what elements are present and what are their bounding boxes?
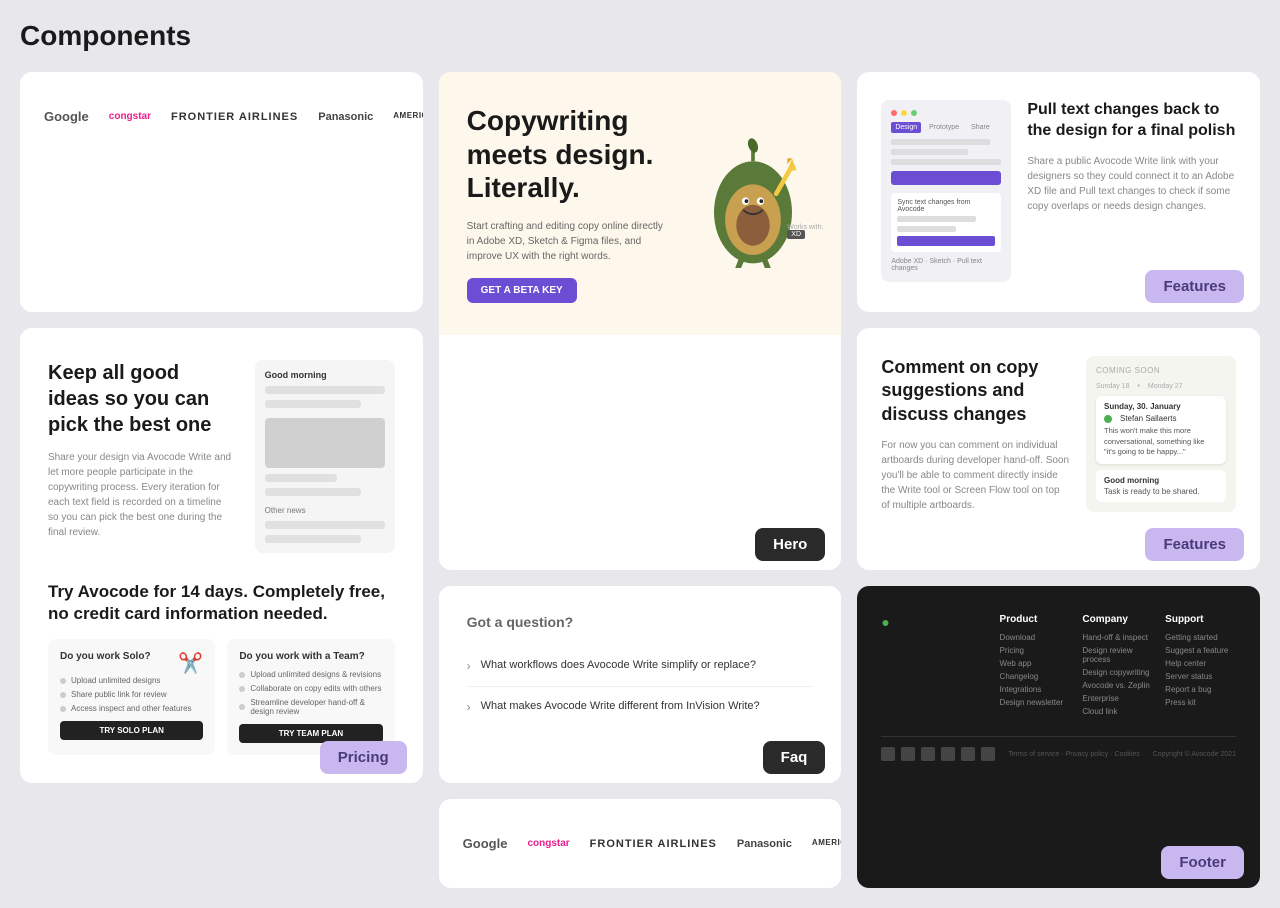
faq-question-1: What workflows does Avocode Write simpli… — [481, 658, 756, 673]
footer-col-product: Product Download Pricing Web app Changel… — [1000, 614, 1071, 720]
footer-link-helpcenter[interactable]: Help center — [1165, 659, 1236, 668]
hero-body: Start crafting and editing copy online d… — [467, 219, 674, 264]
footer-link-bug[interactable]: Report a bug — [1165, 685, 1236, 694]
features-tr-mockup: Design Prototype Share Sync text changes… — [881, 100, 1011, 282]
footer-legal: Terms of service · Privacy policy · Cook… — [1008, 751, 1139, 758]
features-tr-body: Share a public Avocode Write link with y… — [1027, 154, 1236, 214]
footer-col-company: Company Hand-off & inspect Design review… — [1082, 614, 1153, 720]
frontier-logo-bottom: FRONTIER AIRLINES — [590, 838, 717, 850]
american-eagle-logo-bottom: AMERICAN EAGLE — [812, 839, 841, 848]
features-tl-card: Keep all good ideas so you can pick the … — [20, 328, 423, 783]
solo-feature-2: Share public link for review — [60, 690, 203, 699]
hero-card: Copywriting meets design. Literally. Sta… — [439, 72, 842, 570]
panasonic-logo-bottom: Panasonic — [737, 838, 792, 850]
hero-badge[interactable]: Hero — [755, 528, 825, 561]
footer-copyright: Copyright © Avocode 2021 — [1153, 751, 1236, 758]
chat-date: Sunday, 30. January — [1104, 402, 1218, 411]
pricing-heading: Try Avocode for 14 days. Completely free… — [48, 581, 395, 625]
footer-link-enterprise[interactable]: Enterprise — [1082, 694, 1153, 703]
footer-link-copywriting[interactable]: Design copywriting — [1082, 668, 1153, 677]
footer-logo: ● — [881, 614, 987, 630]
github-icon[interactable] — [981, 747, 995, 761]
footer-link-server[interactable]: Server status — [1165, 672, 1236, 681]
footer-support-title: Support — [1165, 614, 1236, 625]
page-title: Components — [20, 20, 1260, 52]
footer-link-getting-started[interactable]: Getting started — [1165, 633, 1236, 642]
notification-bubble: Good morning Task is ready to be shared. — [1096, 470, 1226, 502]
footer-link-changelog[interactable]: Changelog — [1000, 672, 1071, 681]
facebook-icon[interactable] — [901, 747, 915, 761]
footer-link-press[interactable]: Press kit — [1165, 698, 1236, 707]
google-logo-bottom: Google — [463, 836, 508, 851]
features-tl-heading: Keep all good ideas so you can pick the … — [48, 360, 235, 438]
logos-top-card: Google congstar FRONTIER AIRLINES Panaso… — [20, 72, 423, 312]
footer-col-support: Support Getting started Suggest a featur… — [1165, 614, 1236, 720]
linkedin-icon[interactable] — [941, 747, 955, 761]
team-plan-title: Do you work with a Team? — [239, 651, 382, 662]
faq-question-2: What makes Avocode Write different from … — [481, 699, 760, 714]
features-mr-mockup: COMING SOON Sunday 18•Monday 27 Sunday, … — [1086, 356, 1236, 512]
chat-from: Stefan Sallaerts — [1120, 414, 1176, 423]
faq-badge[interactable]: Faq — [763, 741, 826, 774]
pricing-badge[interactable]: Pricing — [320, 741, 407, 774]
solo-plan: Do you work Solo? ✂️ Upload unlimited de… — [48, 639, 215, 755]
faq-item-1[interactable]: › What workflows does Avocode Write simp… — [467, 646, 814, 686]
social-icons — [881, 747, 995, 761]
coming-soon-label: COMING SOON — [1096, 366, 1226, 375]
footer-link-review[interactable]: Design review process — [1082, 646, 1153, 664]
features-mr-badge[interactable]: Features — [1145, 528, 1244, 561]
panasonic-logo: Panasonic — [318, 111, 373, 123]
footer-product-title: Product — [1000, 614, 1071, 625]
footer-link-cloudlink[interactable]: Cloud link — [1082, 707, 1153, 716]
hero-cta-button[interactable]: GET A BETA KEY — [467, 278, 577, 303]
solo-feature-3: Access inspect and other features — [60, 704, 203, 713]
google-logo: Google — [44, 109, 89, 124]
youtube-icon[interactable] — [961, 747, 975, 761]
features-tr-card: Design Prototype Share Sync text changes… — [857, 72, 1260, 312]
team-plan: Do you work with a Team? Upload unlimite… — [227, 639, 394, 755]
congstar-logo-bottom: congstar — [527, 838, 569, 849]
footer-badge[interactable]: Footer — [1161, 846, 1244, 879]
solo-feature-1: Upload unlimited designs — [60, 676, 203, 685]
footer-link-handoff[interactable]: Hand-off & inspect — [1082, 633, 1153, 642]
congstar-logo: congstar — [109, 111, 151, 122]
solo-plan-button[interactable]: TRY SOLO PLAN — [60, 721, 203, 740]
features-mr-card: Comment on copy suggestions and discuss … — [857, 328, 1260, 570]
footer-card: ● Product Download Pricing Web app Chang… — [857, 586, 1260, 888]
frontier-logo: FRONTIER AIRLINES — [171, 111, 298, 123]
footer-link-zeplin[interactable]: Avocode vs. Zeplin — [1082, 681, 1153, 690]
chat-message: This won't make this more conversational… — [1104, 426, 1218, 458]
features-tr-badge[interactable]: Features — [1145, 270, 1244, 303]
features-tl-mockup: Good morning Other news — [255, 360, 395, 553]
works-with-label: Works with: XD — [787, 224, 823, 238]
solo-plan-title: Do you work Solo? — [60, 651, 151, 662]
team-feature-1: Upload unlimited designs & revisions — [239, 670, 382, 679]
logos-bottom-card: Google congstar FRONTIER AIRLINES Panaso… — [439, 799, 842, 888]
footer-link-suggest[interactable]: Suggest a feature — [1165, 646, 1236, 655]
features-tr-heading: Pull text changes back to the design for… — [1027, 100, 1236, 142]
faq-arrow-icon-2: › — [467, 700, 471, 714]
footer-link-pricing[interactable]: Pricing — [1000, 646, 1071, 655]
twitter-icon[interactable] — [881, 747, 895, 761]
footer-company-title: Company — [1082, 614, 1153, 625]
faq-card: Got a question? › What workflows does Av… — [439, 586, 842, 783]
footer-link-webapp[interactable]: Web app — [1000, 659, 1071, 668]
instagram-icon[interactable] — [921, 747, 935, 761]
footer-col-brand: ● — [881, 614, 987, 720]
team-feature-3: Streamline developer hand-off & design r… — [239, 698, 382, 716]
american-eagle-logo: AMERICAN EAGLE — [393, 112, 422, 121]
footer-link-newsletter[interactable]: Design newsletter — [1000, 698, 1071, 707]
footer-link-integrations[interactable]: Integrations — [1000, 685, 1071, 694]
faq-heading: Got a question? — [467, 614, 814, 630]
footer-link-download[interactable]: Download — [1000, 633, 1071, 642]
team-feature-2: Collaborate on copy edits with others — [239, 684, 382, 693]
features-mr-body: For now you can comment on individual ar… — [881, 438, 1070, 513]
faq-arrow-icon-1: › — [467, 659, 471, 673]
hero-heading: Copywriting meets design. Literally. — [467, 104, 674, 205]
avocado-illustration: Works with: XD — [693, 138, 813, 268]
features-mr-heading: Comment on copy suggestions and discuss … — [881, 356, 1070, 426]
features-tl-body: Share your design via Avocode Write and … — [48, 450, 235, 540]
faq-item-2[interactable]: › What makes Avocode Write different fro… — [467, 687, 814, 726]
